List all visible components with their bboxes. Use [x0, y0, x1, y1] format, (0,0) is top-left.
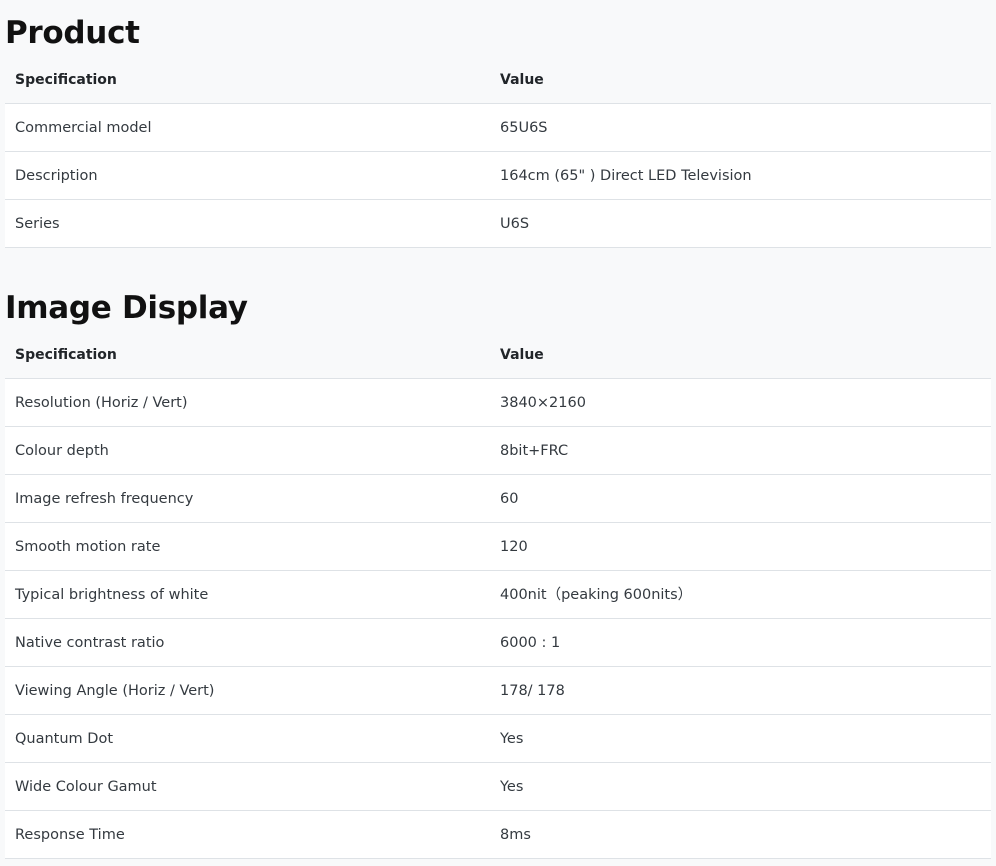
spec-name: Description — [15, 167, 98, 184]
table-row: Resolution (Horiz / Vert) 3840×2160 — [5, 379, 991, 427]
spec-name: Wide Colour Gamut — [15, 778, 157, 795]
spec-value: Yes — [500, 730, 524, 747]
table-row: Image refresh frequency 60 — [5, 475, 991, 523]
spec-value: 164cm (65" ) Direct LED Television — [500, 167, 752, 184]
spec-value: 60 — [500, 490, 519, 507]
spec-name: Viewing Angle (Horiz / Vert) — [15, 682, 215, 699]
spec-value: 65U6S — [500, 119, 548, 136]
spec-name: Smooth motion rate — [15, 538, 161, 555]
table-row: Typical brightness of white 400nit（peaki… — [5, 571, 991, 619]
spec-name: Image refresh frequency — [15, 490, 194, 507]
table-row: Quantum Dot Yes — [5, 715, 991, 763]
spec-name: Typical brightness of white — [15, 586, 209, 603]
table-header-row: Specification Value — [5, 56, 991, 104]
column-header-value: Value — [500, 71, 544, 88]
table-row: Description 164cm (65" ) Direct LED Tele… — [5, 152, 991, 200]
spec-value: Yes — [500, 778, 524, 795]
spec-value: 6000 : 1 — [500, 634, 561, 651]
column-header-value: Value — [500, 346, 544, 363]
section-title-product: Product — [5, 15, 140, 51]
spec-name: Native contrast ratio — [15, 634, 165, 651]
spec-name: Response Time — [15, 826, 125, 843]
spec-value: 120 — [500, 538, 528, 555]
image-display-spec-table: Specification Value Resolution (Horiz / … — [5, 331, 991, 859]
spec-name: Commercial model — [15, 119, 152, 136]
product-spec-table: Specification Value Commercial model 65U… — [5, 56, 991, 248]
spec-value: 3840×2160 — [500, 394, 586, 411]
table-header-row: Specification Value — [5, 331, 991, 379]
table-row: Series U6S — [5, 200, 991, 248]
spec-value: 8bit+FRC — [500, 442, 569, 459]
table-row: Wide Colour Gamut Yes — [5, 763, 991, 811]
spec-value: 400nit（peaking 600nits） — [500, 586, 693, 603]
spec-value: U6S — [500, 215, 530, 232]
table-row: Viewing Angle (Horiz / Vert) 178/ 178 — [5, 667, 991, 715]
spec-name: Colour depth — [15, 442, 109, 459]
spec-name: Quantum Dot — [15, 730, 114, 747]
table-row: Smooth motion rate 120 — [5, 523, 991, 571]
section-title-image-display: Image Display — [5, 290, 248, 326]
table-row: Commercial model 65U6S — [5, 104, 991, 152]
spec-name: Series — [15, 215, 60, 232]
table-row: Native contrast ratio 6000 : 1 — [5, 619, 991, 667]
table-row: Colour depth 8bit+FRC — [5, 427, 991, 475]
spec-name: Resolution (Horiz / Vert) — [15, 394, 188, 411]
column-header-specification: Specification — [15, 71, 117, 88]
spec-value: 8ms — [500, 826, 531, 843]
table-row: Response Time 8ms — [5, 811, 991, 859]
column-header-specification: Specification — [15, 346, 117, 363]
spec-value: 178/ 178 — [500, 682, 565, 699]
